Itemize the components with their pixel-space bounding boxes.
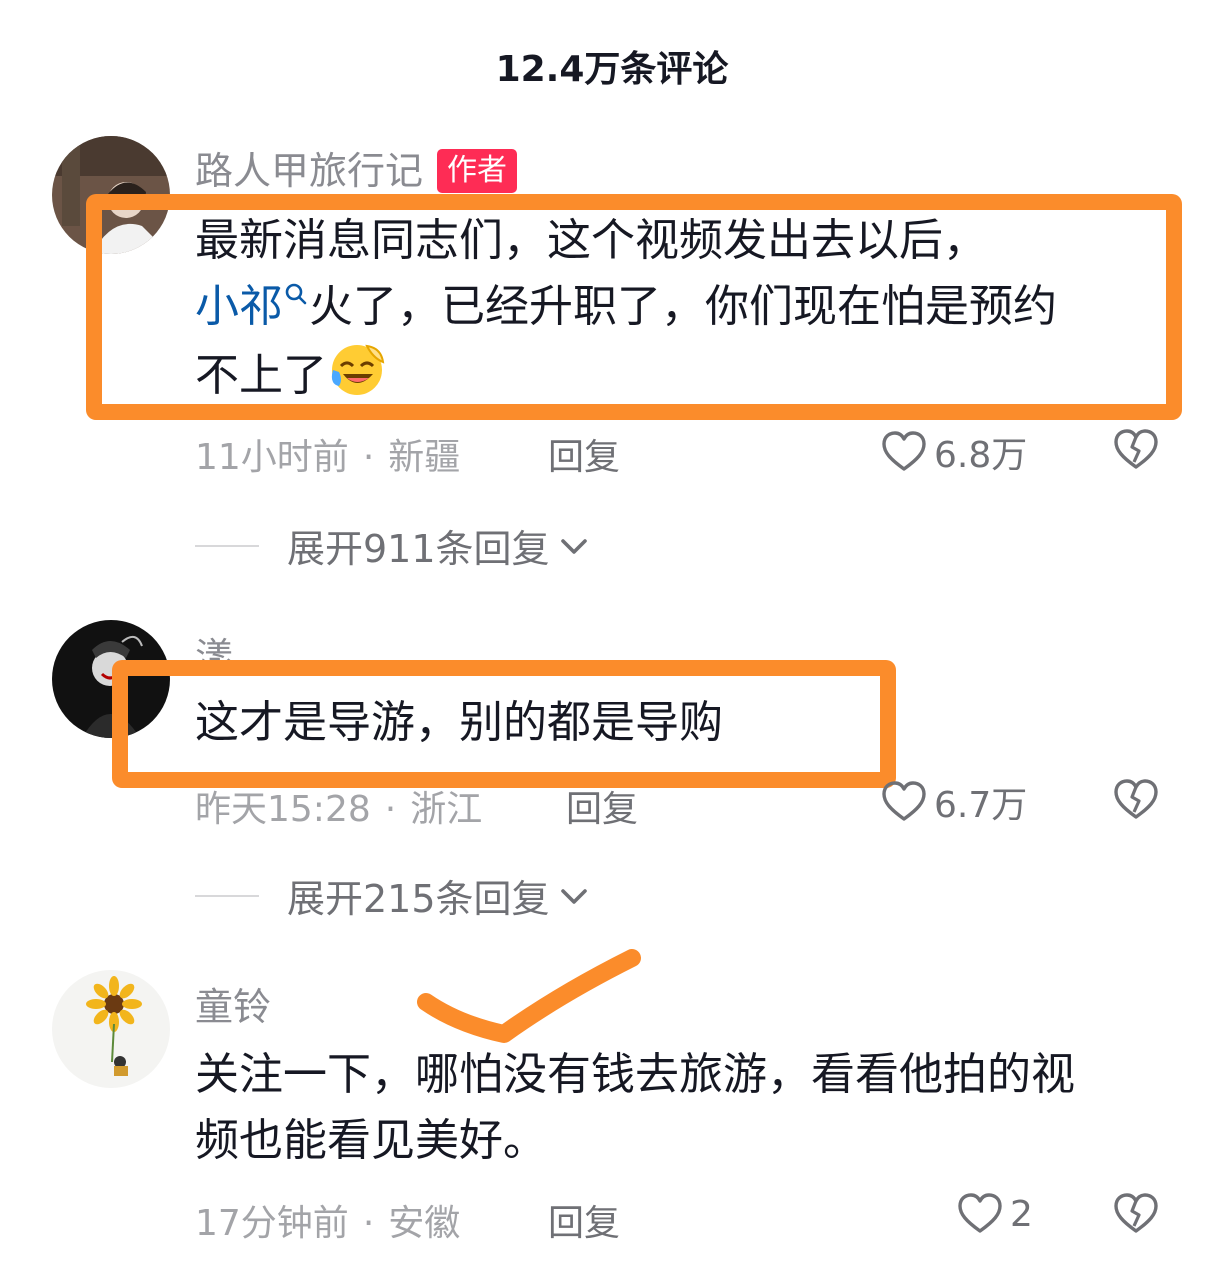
like-count: 2 xyxy=(1010,1193,1033,1235)
comment-time: 昨天15:28 xyxy=(195,789,371,830)
comment-line: 不上了 xyxy=(195,340,1155,409)
comment-line-text: 不上了 xyxy=(195,350,327,401)
chevron-down-icon xyxy=(560,888,587,904)
divider-line xyxy=(195,544,259,547)
comment-meta: 17分钟前 · 安徽 xyxy=(195,1194,460,1246)
search-icon xyxy=(285,283,307,305)
like-button[interactable]: 2 xyxy=(956,1190,1033,1238)
expand-replies-button[interactable]: 展开911条回复 xyxy=(195,518,592,573)
heart-outline-icon xyxy=(958,1193,1002,1233)
reply-button[interactable]: 回复 xyxy=(548,428,620,480)
heart-outline-icon xyxy=(882,781,926,821)
expand-replies-button[interactable]: 展开215条回复 xyxy=(195,868,592,923)
comment-text: 最新消息同志们，这个视频发出去以后， 小祁 火了，已经升职了，你们现在怕是预约 不… xyxy=(195,208,1155,409)
comment-line: 频也能看见美好。 xyxy=(195,1115,547,1166)
mention-text[interactable]: 小祁 xyxy=(195,281,283,332)
comment-meta: 昨天15:28 · 浙江 xyxy=(195,780,482,832)
like-count: 6.7万 xyxy=(934,785,1028,826)
comment-line-rest: 火了，已经升职了，你们现在怕是预约 xyxy=(309,281,1057,332)
comment-location: 浙江 xyxy=(410,789,483,830)
reply-button[interactable]: 回复 xyxy=(566,780,638,832)
comment-author-name[interactable]: 漾 xyxy=(195,626,233,681)
comment-text: 关注一下，哪怕没有钱去旅游，看看他拍的视 频也能看见美好。 xyxy=(195,1042,1185,1174)
separator-dot: · xyxy=(362,437,375,478)
comment-time: 17分钟前 xyxy=(195,1203,349,1244)
expand-replies-label[interactable]: 展开911条回复 xyxy=(287,518,550,573)
broken-heart-icon[interactable] xyxy=(1112,426,1160,474)
separator-dot: · xyxy=(362,1203,375,1244)
like-button[interactable]: 6.7万 xyxy=(880,776,1027,828)
comment-line: 关注一下，哪怕没有钱去旅游，看看他拍的视 xyxy=(195,1049,1075,1100)
comment-location: 安徽 xyxy=(388,1203,461,1244)
mention-link[interactable]: 小祁 xyxy=(195,281,309,332)
comment-text: 这才是导游，别的都是导购 xyxy=(195,697,723,748)
comment-line: 最新消息同志们，这个视频发出去以后， xyxy=(195,215,987,266)
separator-dot: · xyxy=(384,789,397,830)
divider-line xyxy=(195,894,259,897)
expand-replies-label[interactable]: 展开215条回复 xyxy=(287,868,550,923)
comments-count-title: 12.4万条评论 xyxy=(495,49,729,90)
avatar[interactable] xyxy=(52,620,170,738)
username-text[interactable]: 路人甲旅行记 xyxy=(195,149,423,193)
like-button[interactable]: 6.8万 xyxy=(880,426,1027,478)
broken-heart-icon[interactable] xyxy=(1112,1190,1160,1238)
avatar[interactable] xyxy=(52,970,170,1088)
chevron-down-icon xyxy=(560,538,587,554)
comment-line: 小祁 火了，已经升职了，你们现在怕是预约 xyxy=(195,274,1155,340)
broken-heart-icon[interactable] xyxy=(1112,776,1160,824)
laughing-crying-emoji-icon xyxy=(331,344,385,395)
like-count: 6.8万 xyxy=(934,435,1028,476)
avatar[interactable] xyxy=(52,136,170,254)
heart-outline-icon xyxy=(882,431,926,471)
comment-meta: 11小时前 · 新疆 xyxy=(195,428,460,480)
author-badge: 作者 xyxy=(437,149,518,193)
comment-location: 新疆 xyxy=(388,437,461,478)
comment-time: 11小时前 xyxy=(195,437,349,478)
reply-button[interactable]: 回复 xyxy=(548,1194,620,1246)
check-mark-annotation-icon xyxy=(417,949,641,1043)
comment-author-name[interactable]: 童铃 xyxy=(195,976,271,1031)
comment-author-name[interactable]: 路人甲旅行记 作者 xyxy=(195,140,518,195)
